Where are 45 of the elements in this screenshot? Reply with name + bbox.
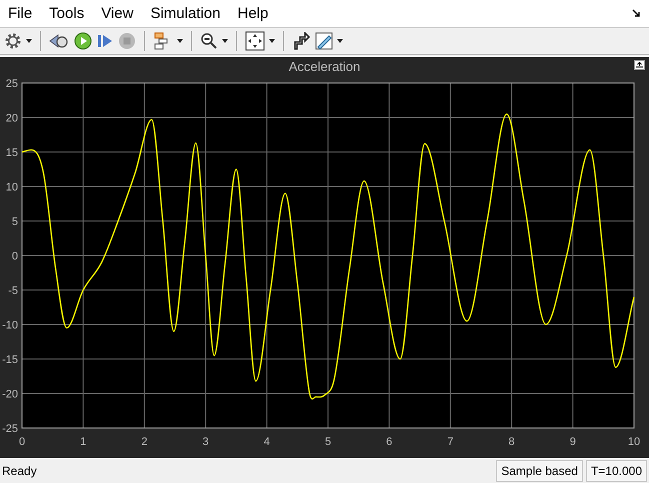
- run-icon[interactable]: [74, 32, 92, 50]
- y-tick-label: -5: [8, 285, 18, 298]
- y-tick-label: -25: [2, 423, 18, 436]
- maximize-icon[interactable]: [634, 60, 645, 70]
- caret-icon[interactable]: [26, 38, 32, 43]
- y-tick-label: 10: [6, 182, 18, 194]
- x-tick-label: 6: [386, 436, 392, 448]
- menu-item[interactable]: Simulation: [150, 4, 220, 22]
- x-tick-label: 4: [264, 436, 270, 448]
- y-tick-label: -20: [2, 388, 18, 401]
- y-tick-label: 0: [12, 250, 18, 263]
- x-tick-label: 5: [324, 436, 332, 448]
- x-tick-label: 0: [18, 436, 26, 448]
- x-tick-label: 1: [80, 436, 86, 448]
- caret-icon[interactable]: [337, 38, 343, 43]
- y-tick-label: -15: [2, 354, 18, 366]
- menu-item[interactable]: View: [101, 4, 134, 22]
- plot-title: Acceleration: [288, 59, 360, 74]
- x-tick-label: 3: [202, 436, 209, 448]
- x-tick-label: 10: [628, 436, 640, 448]
- x-tick-label: 9: [570, 436, 576, 448]
- menu-item[interactable]: File: [8, 4, 32, 22]
- caret-icon[interactable]: [269, 38, 275, 43]
- x-tick-label: 2: [141, 436, 148, 448]
- highlight-icon[interactable]: [292, 32, 310, 50]
- menu-item[interactable]: Tools: [49, 4, 84, 22]
- zoom-out-icon[interactable]: [200, 32, 218, 50]
- x-tick-label: 8: [508, 436, 515, 448]
- step-back-icon[interactable]: [49, 32, 69, 50]
- x-tick-label: 7: [447, 436, 454, 448]
- y-tick-label: 25: [6, 78, 18, 90]
- undock-arrow-icon[interactable]: [632, 8, 641, 18]
- status-message: Ready: [2, 464, 37, 478]
- y-tick-label: 15: [6, 147, 18, 160]
- simulation-time: T=10.000: [586, 460, 647, 482]
- y-tick-label: 20: [6, 112, 18, 125]
- y-tick-label: -10: [2, 320, 18, 332]
- menu-item[interactable]: Help: [238, 4, 268, 22]
- settings-icon[interactable]: [4, 32, 22, 50]
- caret-icon[interactable]: [177, 38, 183, 43]
- fit-to-view-icon[interactable]: [245, 30, 265, 51]
- caret-icon[interactable]: [222, 38, 228, 43]
- ruler-icon[interactable]: [315, 32, 333, 50]
- y-tick-label: 5: [12, 216, 18, 228]
- sample-mode: Sample based: [496, 460, 583, 482]
